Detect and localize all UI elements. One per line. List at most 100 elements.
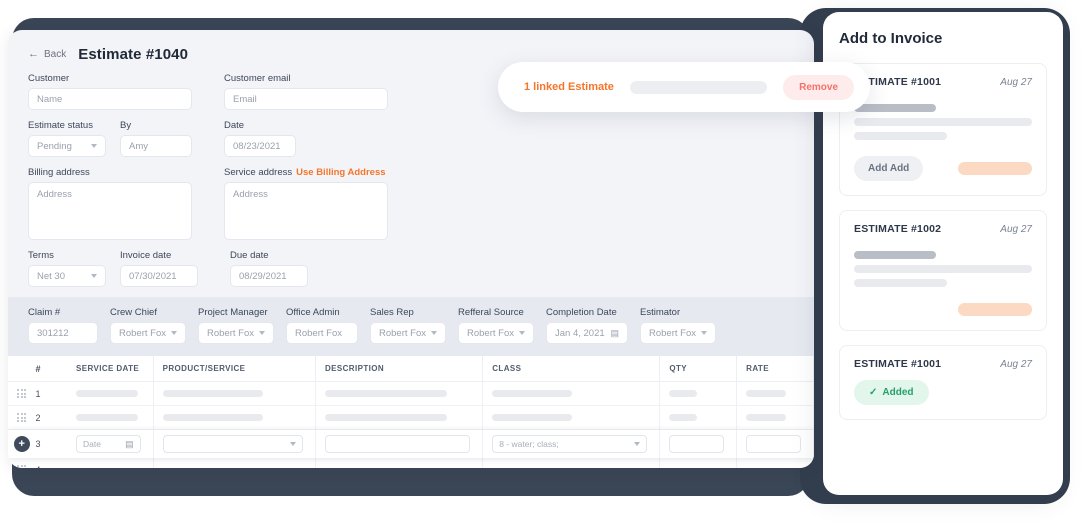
customer-input[interactable]: Name [28, 88, 192, 110]
qty-input[interactable] [669, 435, 725, 453]
sales-rep-select[interactable]: Robert Fox [370, 322, 446, 344]
service-address-input[interactable]: Address [224, 182, 388, 240]
cell-service-date[interactable] [67, 458, 154, 468]
chevron-down-icon [634, 442, 641, 446]
project-manager-select[interactable]: Robert Fox [198, 322, 274, 344]
service-date-placeholder: Date [82, 439, 101, 449]
estimate-card[interactable]: ESTIMATE #1002 Aug 27 [839, 210, 1047, 331]
estimate-status-select[interactable]: Pending [28, 135, 106, 157]
calendar-icon: ▤ [125, 438, 134, 449]
cell-description[interactable] [316, 406, 484, 429]
chevron-down-icon [701, 331, 707, 335]
added-button[interactable]: ✓ Added [854, 380, 929, 405]
grip-dots-icon [17, 465, 27, 468]
cell-service-date[interactable] [67, 382, 154, 405]
skeleton-bar [854, 104, 936, 112]
plus-icon[interactable]: + [13, 436, 30, 452]
billing-address-group: Billing address Address [28, 167, 192, 240]
service-date-input[interactable]: Date ▤ [75, 435, 141, 453]
estimate-date: Aug 27 [1000, 358, 1032, 370]
cell-product-service[interactable] [154, 458, 316, 468]
referral-source-select[interactable]: Robert Fox [458, 322, 534, 344]
cell-qty[interactable] [660, 406, 738, 429]
cell-class[interactable] [483, 382, 661, 405]
cell-qty[interactable] [660, 382, 738, 405]
row-drag-handle[interactable] [8, 389, 36, 398]
crew-chief-select[interactable]: Robert Fox [110, 322, 186, 344]
cell-class[interactable]: 8 - water; class; [483, 430, 661, 458]
service-address-label-text: Service address [224, 167, 293, 178]
cell-rate[interactable] [737, 430, 814, 458]
arrow-left-icon: ← [28, 48, 39, 60]
office-admin-input[interactable]: Robert Fox [286, 322, 358, 344]
billing-address-label: Billing address [28, 167, 90, 178]
skeleton-bar [162, 390, 263, 397]
billing-address-input[interactable]: Address [28, 182, 192, 240]
customer-email-field-group: Customer email Email [224, 73, 388, 110]
estimate-date: Aug 27 [1000, 223, 1032, 235]
estimate-card-skeleton [854, 251, 1032, 287]
estimator-label: Estimator [640, 307, 681, 318]
table-row[interactable]: 2 [8, 406, 814, 430]
th-number: # [35, 363, 41, 374]
th-description: DESCRIPTION [316, 356, 484, 381]
add-row-button[interactable]: + [8, 436, 36, 452]
panel-title: Add to Invoice [839, 30, 943, 47]
add-button[interactable]: Add Add [854, 156, 924, 181]
assign-crew-chief-group: Crew Chief Robert Fox [110, 307, 186, 344]
class-select[interactable]: 8 - water; class; [492, 435, 648, 453]
estimate-card[interactable]: ESTIMATE #1001 Aug 27 ✓ Added [839, 345, 1047, 420]
cell-service-date[interactable] [67, 406, 154, 429]
table-row[interactable]: 1 [8, 382, 814, 406]
by-input[interactable]: Amy [120, 135, 192, 157]
back-button[interactable]: ← Back [28, 48, 67, 61]
cell-class[interactable] [483, 406, 661, 429]
rate-input[interactable] [746, 435, 801, 453]
date-input[interactable]: 08/23/2021 [224, 135, 296, 157]
sales-rep-label: Sales Rep [370, 307, 414, 318]
use-billing-address-link[interactable]: Use Billing Address [296, 167, 385, 178]
cell-product-service[interactable] [154, 430, 316, 458]
description-input[interactable] [324, 435, 471, 453]
cell-description[interactable] [316, 458, 484, 468]
form-row-terms: Terms Net 30 Invoice date 07/30/2021 Due… [28, 250, 794, 287]
table-row-active[interactable]: + 3 Date ▤ 8 - water; class; [8, 430, 814, 458]
linked-estimate-placeholder [629, 80, 768, 94]
cell-product-service[interactable] [154, 406, 316, 429]
cell-rate[interactable] [737, 406, 814, 429]
cell-service-date[interactable]: Date ▤ [67, 430, 154, 458]
cell-rate[interactable] [737, 458, 814, 468]
invoice-date-input[interactable]: 07/30/2021 [120, 265, 198, 287]
amount-placeholder [958, 162, 1032, 175]
assign-project-manager-group: Project Manager Robert Fox [198, 307, 274, 344]
remove-button[interactable]: Remove [783, 74, 854, 100]
back-label: Back [44, 49, 67, 60]
table-row[interactable]: 4 [8, 458, 814, 468]
cell-product-service[interactable] [154, 382, 316, 405]
estimator-select[interactable]: Robert Fox [640, 322, 716, 344]
cell-qty[interactable] [660, 458, 738, 468]
product-service-select[interactable] [162, 435, 303, 453]
skeleton-bar [324, 390, 447, 397]
terms-select[interactable]: Net 30 [28, 265, 106, 287]
date-field-group: Date 08/23/2021 [224, 120, 296, 157]
completion-date-input[interactable]: Jan 4, 2021 ▤ [546, 322, 628, 344]
cell-class[interactable] [483, 458, 661, 468]
customer-email-input[interactable]: Email [224, 88, 388, 110]
claim-input[interactable]: 301212 [28, 322, 98, 344]
estimate-status-value: Pending [37, 140, 72, 152]
cell-description[interactable] [316, 382, 484, 405]
chevron-down-icon [91, 274, 97, 278]
calendar-icon: ▤ [610, 327, 619, 338]
skeleton-bar [75, 414, 138, 421]
estimate-card[interactable]: ESTIMATE #1001 Aug 27 Add Add [839, 63, 1047, 196]
due-date-input[interactable]: 08/29/2021 [230, 265, 308, 287]
cell-description[interactable] [316, 430, 484, 458]
skeleton-bar [854, 118, 1032, 126]
th-class: CLASS [483, 356, 661, 381]
customer-label: Customer [28, 73, 70, 84]
cell-rate[interactable] [737, 382, 814, 405]
cell-qty[interactable] [660, 430, 738, 458]
row-drag-handle[interactable] [8, 413, 36, 422]
service-address-group: Service address Use Billing Address Addre… [224, 167, 388, 240]
